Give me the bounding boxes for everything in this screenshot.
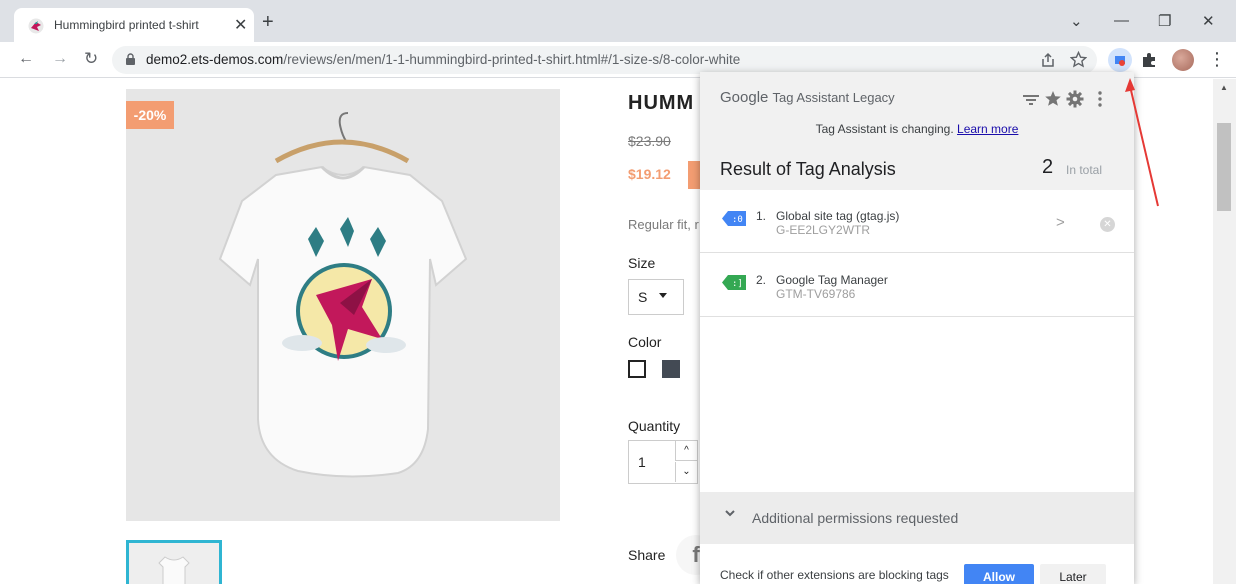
blocking-check-row: Check if other extensions are blocking t… — [700, 544, 1134, 584]
url-host: demo2.ets-demos.com — [146, 52, 284, 67]
quantity-value: 1 — [638, 454, 646, 470]
tag-number: 2. — [756, 273, 767, 287]
later-button[interactable]: Later — [1040, 564, 1106, 584]
url-text: demo2.ets-demos.com/reviews/en/men/1-1-h… — [146, 52, 740, 67]
tshirt-image — [218, 112, 468, 478]
gtag-icon: :0 — [722, 211, 746, 226]
quantity-stepper[interactable]: 1 ^ ⌄ — [628, 440, 698, 484]
chevron-down-icon — [725, 510, 735, 517]
tag-assistant-icon — [1115, 56, 1125, 66]
svg-text::0: :0 — [732, 215, 743, 225]
scrollbar-thumb[interactable] — [1217, 123, 1231, 211]
product-description: Regular fit, r — [628, 217, 699, 232]
sale-price: $19.12 — [628, 166, 671, 182]
popup-brand: Google Tag Assistant Legacy — [720, 89, 895, 106]
forward-button[interactable]: → — [52, 50, 68, 68]
additional-permissions-toggle[interactable]: Additional permissions requested — [700, 492, 1134, 544]
gtm-icon: :] — [722, 275, 746, 290]
popup-header: Google Tag Assistant Legacy Tag Assistan… — [700, 72, 1134, 190]
share-label: Share — [628, 547, 666, 563]
changing-text: Tag Assistant is changing. — [815, 122, 954, 136]
chevron-right-icon[interactable]: > — [1056, 214, 1065, 231]
blocking-text: Check if other extensions are blocking t… — [720, 568, 949, 582]
tab-search-icon[interactable]: ⌄ — [1070, 12, 1083, 30]
star-icon[interactable] — [1044, 90, 1062, 108]
extensions-puzzle-icon[interactable] — [1140, 51, 1158, 69]
result-title: Result of Tag Analysis — [720, 159, 896, 179]
in-total-label: In total — [1066, 163, 1103, 177]
page-scrollbar[interactable]: ▲ — [1213, 79, 1236, 584]
minimize-button[interactable]: — — [1114, 12, 1129, 29]
settings-gear-icon[interactable] — [1066, 90, 1084, 108]
close-window-button[interactable]: ✕ — [1202, 12, 1215, 30]
bookmark-star-icon[interactable] — [1070, 51, 1087, 68]
regular-price: $23.90 — [628, 133, 671, 149]
back-button[interactable]: ← — [18, 50, 34, 68]
url-path: /reviews/en/men/1-1-hummingbird-printed-… — [283, 52, 741, 67]
new-tab-button[interactable]: + — [262, 11, 274, 34]
color-swatch-white[interactable] — [628, 360, 646, 378]
product-name: Tag Assistant Legacy — [772, 90, 895, 105]
changing-notice: Tag Assistant is changing. Learn more — [700, 122, 1134, 136]
tab-title: Hummingbird printed t-shirt — [54, 18, 199, 32]
tag-id: GTM-TV69786 — [776, 287, 856, 301]
hummingbird-favicon-icon — [28, 18, 44, 34]
tag-name: Google Tag Manager — [776, 273, 888, 287]
quantity-label: Quantity — [628, 418, 681, 434]
profile-avatar[interactable] — [1172, 49, 1194, 71]
size-value: S — [638, 289, 648, 305]
address-bar[interactable]: demo2.ets-demos.com/reviews/en/men/1-1-h… — [112, 46, 1097, 74]
browser-menu-icon[interactable]: ⋮ — [1208, 49, 1226, 70]
tag-assistant-popup: Google Tag Assistant Legacy Tag Assistan… — [700, 72, 1134, 584]
product-thumbnail[interactable] — [126, 540, 222, 584]
scroll-up-arrow-icon[interactable]: ▲ — [1220, 83, 1228, 92]
product-title: HUMM — [628, 92, 695, 114]
google-wordmark: Google — [720, 89, 769, 106]
remove-tag-icon[interactable]: ✕ — [1100, 217, 1115, 232]
learn-more-link[interactable]: Learn more — [957, 122, 1018, 136]
quantity-down-button[interactable]: ⌄ — [675, 462, 697, 482]
size-select[interactable]: S — [628, 279, 684, 315]
thumbnail-image — [158, 556, 190, 584]
tag-assistant-extension-button[interactable] — [1108, 48, 1132, 72]
share-icon[interactable] — [1040, 52, 1056, 68]
tab-close-icon[interactable]: ✕ — [234, 15, 247, 35]
filter-icon[interactable] — [1022, 92, 1040, 108]
discount-badge: -20% — [126, 101, 174, 129]
more-vert-icon[interactable] — [1096, 90, 1104, 108]
svg-text::]: :] — [732, 279, 743, 289]
quantity-up-button[interactable]: ^ — [675, 441, 697, 461]
restore-button[interactable]: ❐ — [1158, 12, 1171, 30]
tag-row[interactable]: :0 1. Global site tag (gtag.js) G-EE2LGY… — [700, 190, 1134, 253]
tag-row[interactable]: :] 2. Google Tag Manager GTM-TV69786 — [700, 254, 1134, 317]
reload-button[interactable]: ↻ — [84, 49, 98, 69]
tag-count: 2 — [1042, 156, 1054, 178]
tag-number: 1. — [756, 209, 767, 223]
product-image[interactable] — [126, 89, 560, 521]
allow-button[interactable]: Allow — [964, 564, 1034, 584]
lock-icon — [126, 53, 135, 65]
tab-strip: Hummingbird printed t-shirt ✕ + ⌄ — ❐ ✕ — [0, 0, 1236, 42]
browser-tab[interactable]: Hummingbird printed t-shirt ✕ — [14, 8, 254, 42]
tag-id: G-EE2LGY2WTR — [776, 223, 871, 237]
caret-down-icon — [659, 293, 667, 298]
size-label: Size — [628, 255, 656, 271]
permissions-text: Additional permissions requested — [752, 510, 959, 526]
tag-name: Global site tag (gtag.js) — [776, 209, 900, 223]
color-label: Color — [628, 334, 662, 350]
color-swatch-black[interactable] — [662, 360, 680, 378]
